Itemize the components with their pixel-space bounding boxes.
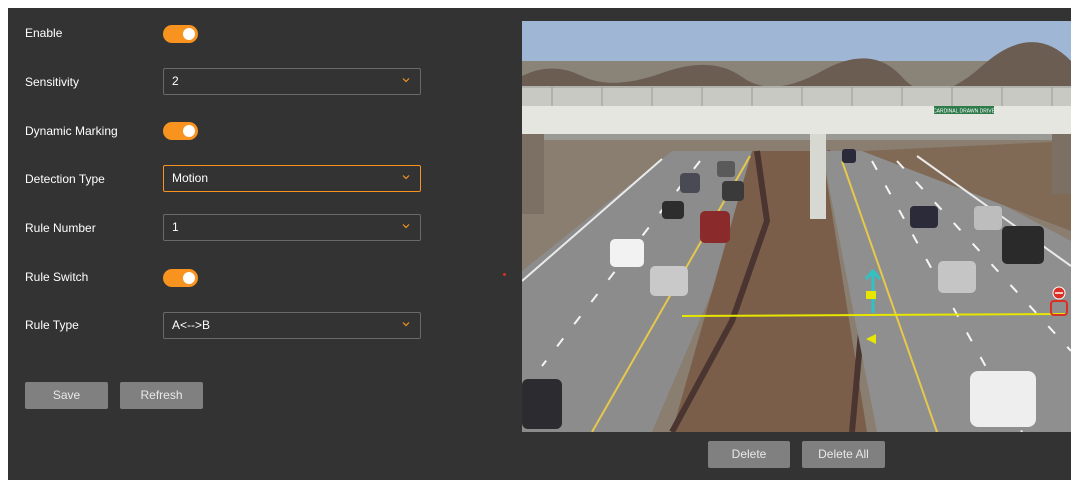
sensitivity-select[interactable]: 2	[163, 68, 421, 95]
rule-type-label: Rule Type	[25, 318, 79, 332]
refresh-button[interactable]: Refresh	[120, 382, 203, 409]
chevron-down-icon	[402, 322, 410, 327]
rule-type-select[interactable]: A<-->B	[163, 312, 421, 339]
chevron-down-icon	[402, 78, 410, 83]
rule-number-value: 1	[172, 220, 179, 234]
overpass-sign-text: CARDINAL DRAWN DRIVE	[933, 109, 996, 115]
sensitivity-value: 2	[172, 74, 179, 88]
rule-number-select[interactable]: 1	[163, 214, 421, 241]
video-preview[interactable]: CARDINAL DRAWN DRIVE	[522, 21, 1071, 432]
dynamic-marking-toggle[interactable]	[163, 122, 198, 140]
smart-event-panel: Enable Sensitivity 2 Dynamic Marking Det…	[8, 8, 1071, 480]
detection-type-select[interactable]: Motion	[163, 165, 421, 192]
toggle-knob	[183, 125, 195, 137]
rule-type-value: A<-->B	[172, 318, 211, 332]
highway-scene: CARDINAL DRAWN DRIVE	[522, 21, 1071, 432]
delete-button[interactable]: Delete	[708, 441, 790, 468]
chevron-down-icon	[402, 224, 410, 229]
delete-all-button[interactable]: Delete All	[802, 441, 885, 468]
dynamic-marking-label: Dynamic Marking	[25, 124, 118, 138]
detection-type-label: Detection Type	[25, 172, 105, 186]
toggle-knob	[183, 28, 195, 40]
rule-switch-label: Rule Switch	[25, 270, 89, 284]
toggle-knob	[183, 272, 195, 284]
detection-type-value: Motion	[172, 171, 209, 185]
rule-number-label: Rule Number	[25, 221, 96, 235]
rule-switch-toggle[interactable]	[163, 269, 198, 287]
enable-toggle[interactable]	[163, 25, 198, 43]
chevron-down-icon	[402, 175, 410, 180]
enable-label: Enable	[25, 26, 63, 40]
save-button[interactable]: Save	[25, 382, 108, 409]
status-dot	[503, 273, 506, 276]
sensitivity-label: Sensitivity	[25, 75, 80, 89]
